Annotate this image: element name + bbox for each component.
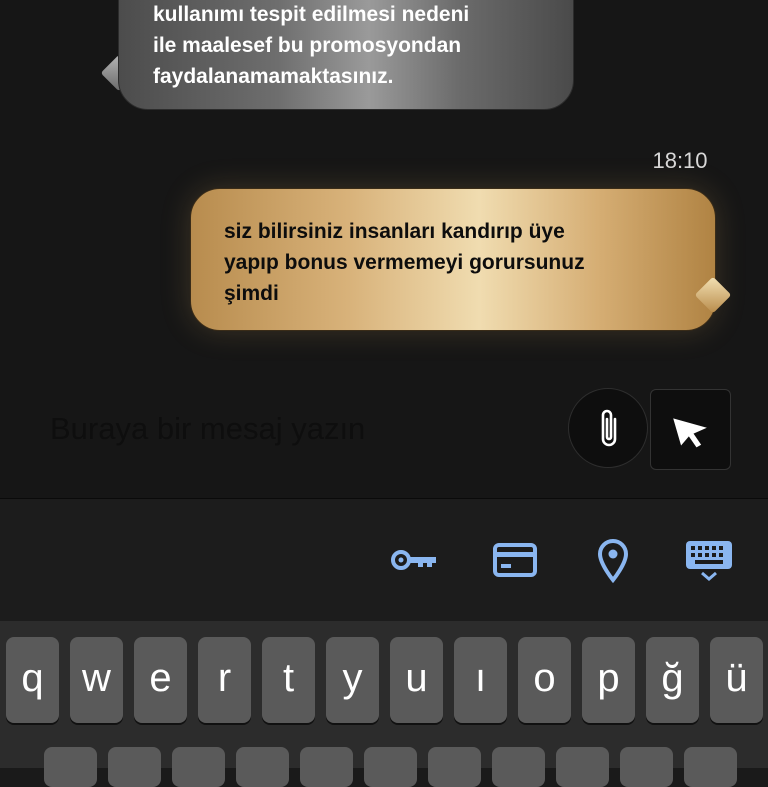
key-o[interactable]: o	[518, 637, 571, 723]
key-q[interactable]: q	[6, 637, 59, 723]
outgoing-message-line: siz bilirsiniz insanları kandırıp üye	[224, 220, 565, 243]
incoming-message-line: ile maalesef bu promosyondan	[153, 34, 462, 57]
keyboard-key[interactable]	[300, 747, 353, 787]
keyboard-key[interactable]	[108, 747, 161, 787]
outgoing-message-line: yapıp bonus vermemeyi gorursunuz	[224, 251, 585, 274]
key-t[interactable]: t	[262, 637, 315, 723]
location-pin-icon[interactable]	[596, 538, 630, 584]
keyboard-key[interactable]	[620, 747, 673, 787]
key-p[interactable]: p	[582, 637, 635, 723]
key-u-umlaut[interactable]: ü	[710, 637, 763, 723]
message-input[interactable]	[48, 394, 552, 464]
keyboard-key[interactable]	[684, 747, 737, 787]
keyboard-key[interactable]	[492, 747, 545, 787]
chat-area: kullanımı tespit edilmesi nedeni ile maa…	[0, 0, 768, 499]
keyboard-key[interactable]	[236, 747, 289, 787]
keyboard-key[interactable]	[44, 747, 97, 787]
key-e[interactable]: e	[134, 637, 187, 723]
key-y[interactable]: y	[326, 637, 379, 723]
incoming-message-bubble: kullanımı tespit edilmesi nedeni ile maa…	[118, 0, 574, 110]
key-u[interactable]: u	[390, 637, 443, 723]
keyboard-icon[interactable]	[684, 538, 734, 582]
paperclip-icon	[601, 409, 617, 447]
attachment-toolbar	[0, 499, 768, 621]
onscreen-keyboard: q w e r t y u ı o p ğ ü	[0, 621, 768, 787]
outgoing-message-bubble: siz bilirsiniz insanları kandırıp üye ya…	[190, 188, 716, 331]
incoming-message-line: kullanımı tespit edilmesi nedeni	[153, 3, 470, 26]
key-icon[interactable]	[390, 545, 440, 575]
key-r[interactable]: r	[198, 637, 251, 723]
send-arrow-icon	[673, 418, 707, 448]
compose-bar	[0, 386, 768, 470]
keyboard-key[interactable]	[172, 747, 225, 787]
message-timestamp: 18:10	[652, 148, 708, 173]
keyboard-key[interactable]	[556, 747, 609, 787]
attach-button[interactable]	[568, 388, 648, 468]
incoming-message-line: faydalanamamaktasınız.	[153, 65, 394, 88]
key-g-breve[interactable]: ğ	[646, 637, 699, 723]
keyboard-key[interactable]	[428, 747, 481, 787]
outgoing-message-line: şimdi	[224, 282, 279, 305]
send-button[interactable]	[650, 389, 731, 470]
card-icon[interactable]	[492, 542, 538, 578]
keyboard-key[interactable]	[364, 747, 417, 787]
key-dotless-i[interactable]: ı	[454, 637, 507, 723]
key-w[interactable]: w	[70, 637, 123, 723]
